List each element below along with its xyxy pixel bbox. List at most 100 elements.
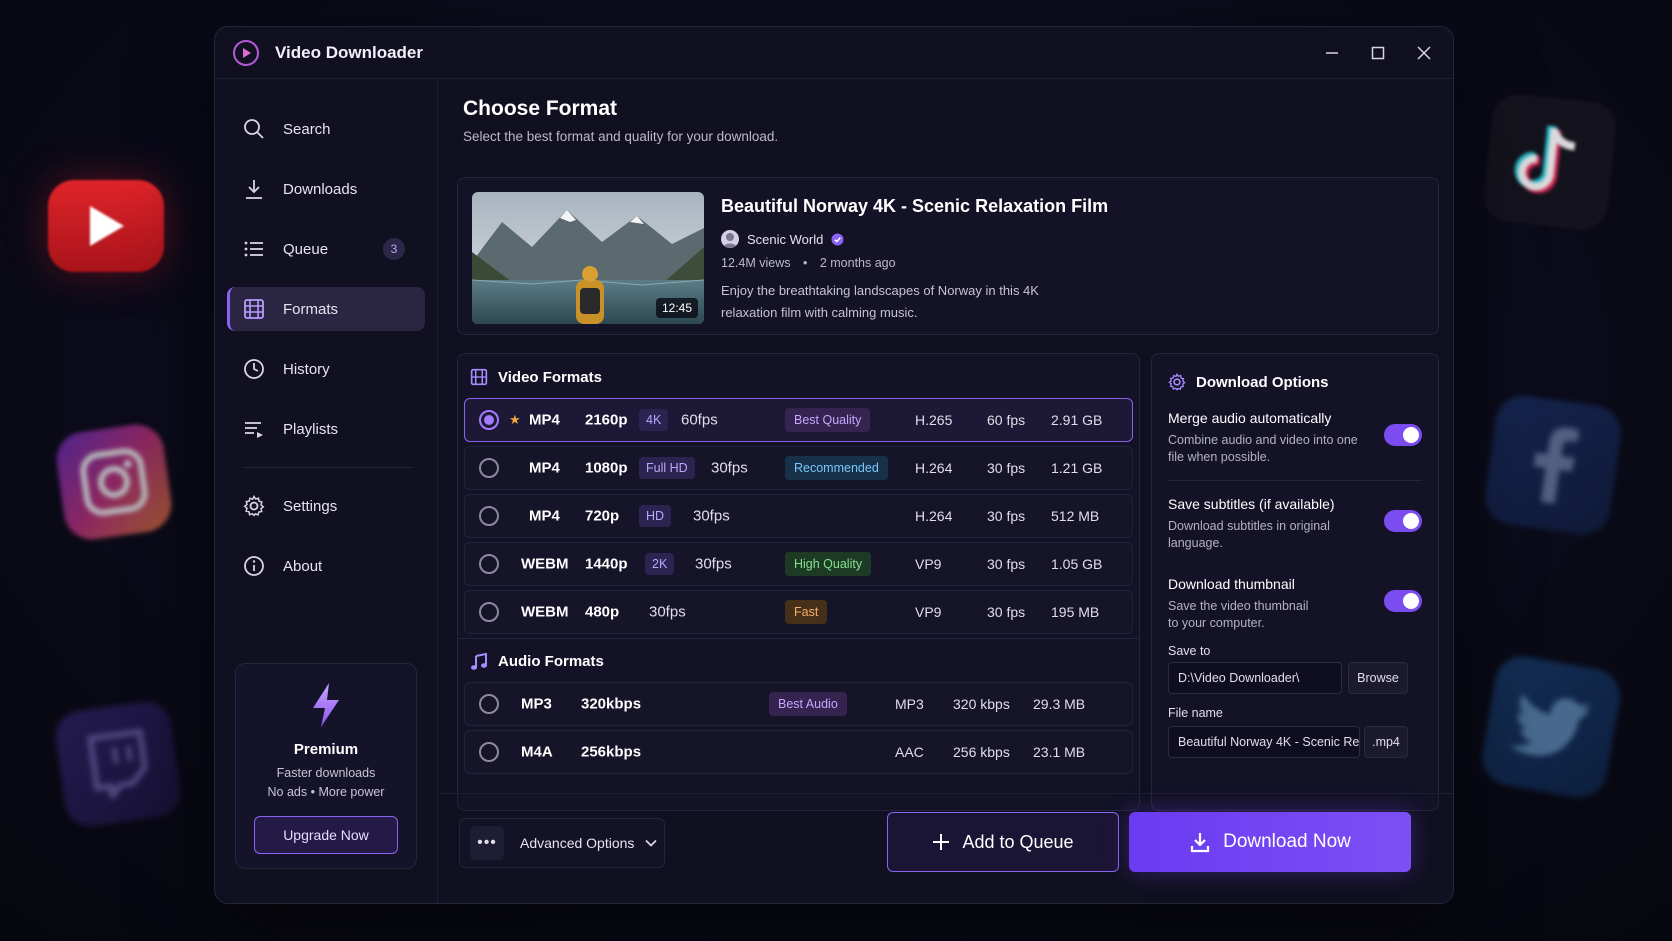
save-to-input[interactable]: D:\Video Downloader\ xyxy=(1168,662,1342,694)
clock-icon xyxy=(244,359,264,379)
format-tag: 2K xyxy=(645,553,675,575)
sidebar-item-downloads[interactable]: Downloads xyxy=(227,167,425,211)
maximize-icon xyxy=(1371,46,1385,59)
format-radio[interactable] xyxy=(479,458,499,478)
browse-button[interactable]: Browse xyxy=(1348,662,1408,694)
video-thumbnail[interactable]: 12:45 xyxy=(472,192,704,324)
music-note-icon xyxy=(471,652,487,670)
add-to-queue-button[interactable]: Add to Queue xyxy=(887,812,1119,872)
queue-count-badge: 3 xyxy=(383,238,405,260)
formats-panel: Video Formats ★ MP4 2160p 4K 60fps Best … xyxy=(457,353,1140,811)
app-title: Video Downloader xyxy=(275,42,423,62)
option-save-subtitles: Save subtitles (if available) Download s… xyxy=(1168,496,1422,552)
format-size: 512 MB xyxy=(1051,508,1100,524)
quality-badge: Best Quality xyxy=(785,408,871,432)
download-options-header: Download Options xyxy=(1168,354,1422,406)
format-fps: 30fps xyxy=(693,507,730,525)
format-resolution: 2160p xyxy=(585,411,628,429)
format-size: 195 MB xyxy=(1051,604,1100,620)
sidebar-item-search[interactable]: Search xyxy=(227,107,425,151)
download-now-label: Download Now xyxy=(1223,831,1351,852)
format-row-mp4-1080p[interactable]: MP4 1080p Full HD 30fps Recommended H.26… xyxy=(464,446,1133,490)
page-subtitle: Select the best format and quality for y… xyxy=(463,129,779,144)
minimize-button[interactable] xyxy=(1321,42,1343,64)
maximize-button[interactable] xyxy=(1367,42,1389,64)
format-row-mp4-720p[interactable]: MP4 720p HD 30fps H.264 30 fps 512 MB xyxy=(464,494,1133,538)
format-resolution: 1440p xyxy=(585,555,628,573)
format-size: 23.1 MB xyxy=(1033,744,1086,760)
format-radio[interactable] xyxy=(479,602,499,622)
download-icon xyxy=(246,180,262,199)
film-icon xyxy=(244,299,264,319)
option-download-thumbnail: Download thumbnail Save the video thumbn… xyxy=(1168,576,1422,632)
sidebar-item-label: Search xyxy=(283,120,331,138)
format-fps: 30fps xyxy=(695,555,732,573)
format-row-m4a-256kbps[interactable]: M4A 256kbps AAC 256 kbps 23.1 MB xyxy=(464,730,1133,774)
premium-description: Faster downloads No ads • More power xyxy=(236,764,416,802)
download-thumbnail-toggle[interactable] xyxy=(1384,590,1422,612)
youtube-logo-icon xyxy=(48,180,164,272)
twitch-logo-icon xyxy=(52,698,184,830)
upload-age: 2 months ago xyxy=(819,256,896,270)
format-fps: 60fps xyxy=(681,411,718,429)
sidebar-item-about[interactable]: About xyxy=(227,544,425,588)
quality-badge: Best Audio xyxy=(769,692,847,716)
format-size: 1.21 GB xyxy=(1051,460,1103,476)
view-count: 12.4M views xyxy=(721,256,791,270)
gear-icon xyxy=(1168,373,1186,391)
format-radio[interactable] xyxy=(479,694,499,714)
save-subtitles-toggle[interactable] xyxy=(1384,510,1422,532)
format-codec: H.265 xyxy=(915,412,953,428)
close-icon xyxy=(1417,45,1431,60)
format-fps: 30fps xyxy=(711,459,748,477)
main-content: Choose Format Select the best format and… xyxy=(439,79,1453,903)
sidebar: Search Downloads Queue 3 Formats History… xyxy=(215,79,438,903)
quality-badge: Recommended xyxy=(785,456,888,480)
bottom-action-bar: ••• Advanced Options Add to Queue Downlo… xyxy=(439,793,1453,903)
advanced-options-button[interactable]: ••• Advanced Options xyxy=(459,818,665,868)
format-row-mp3-320kbps[interactable]: MP3 320kbps Best Audio MP3 320 kbps 29.3… xyxy=(464,682,1133,726)
option-title: Download thumbnail xyxy=(1168,576,1295,592)
sidebar-item-queue[interactable]: Queue 3 xyxy=(227,227,425,271)
format-fps-value: 30 fps xyxy=(987,556,1026,572)
format-type: MP3 xyxy=(521,695,552,713)
app-logo-icon xyxy=(233,39,259,66)
format-radio[interactable] xyxy=(479,410,499,430)
option-merge-audio: Merge audio automatically Combine audio … xyxy=(1168,410,1422,466)
sidebar-item-playlists[interactable]: Playlists xyxy=(227,407,425,451)
format-radio[interactable] xyxy=(479,554,499,574)
sidebar-item-label: About xyxy=(283,557,323,575)
file-name-input[interactable]: Beautiful Norway 4K - Scenic Rel xyxy=(1168,726,1360,758)
sidebar-item-settings[interactable]: Settings xyxy=(227,484,425,528)
format-row-mp4-2160p[interactable]: ★ MP4 2160p 4K 60fps Best Quality H.265 … xyxy=(464,398,1133,442)
meta-separator: • xyxy=(802,256,808,270)
file-extension[interactable]: .mp4 xyxy=(1364,726,1408,758)
format-radio[interactable] xyxy=(479,742,499,762)
close-button[interactable] xyxy=(1413,42,1435,64)
format-row-webm-1440p[interactable]: WEBM 1440p 2K 30fps High Quality VP9 30 … xyxy=(464,542,1133,586)
premium-title: Premium xyxy=(293,741,359,758)
sidebar-item-history[interactable]: History xyxy=(227,347,425,391)
title-bar: Video Downloader xyxy=(215,27,1453,79)
format-type: MP4 xyxy=(529,411,560,429)
video-title: Beautiful Norway 4K - Scenic Relaxation … xyxy=(721,196,1109,216)
list-icon xyxy=(244,241,263,257)
format-resolution: 1080p xyxy=(585,459,628,477)
add-to-queue-label: Add to Queue xyxy=(962,831,1074,852)
download-options-title: Download Options xyxy=(1196,373,1329,391)
upgrade-now-button[interactable]: Upgrade Now xyxy=(254,816,398,854)
format-type: M4A xyxy=(521,743,553,761)
sidebar-item-label: Settings xyxy=(283,497,338,515)
format-radio[interactable] xyxy=(479,506,499,526)
download-now-button[interactable]: Download Now xyxy=(1129,812,1411,872)
format-fps-value: 60 fps xyxy=(987,412,1026,428)
plus-icon xyxy=(933,834,950,850)
format-row-webm-480p[interactable]: WEBM 480p 30fps Fast VP9 30 fps 195 MB xyxy=(464,590,1133,634)
quality-badge: High Quality xyxy=(785,552,872,576)
merge-audio-toggle[interactable] xyxy=(1384,424,1422,446)
playlist-icon xyxy=(245,422,263,438)
format-bitrate-value: 320 kbps xyxy=(953,696,1010,712)
verified-icon xyxy=(831,233,844,245)
sidebar-item-formats[interactable]: Formats xyxy=(227,287,425,331)
sidebar-item-label: Formats xyxy=(283,300,339,318)
